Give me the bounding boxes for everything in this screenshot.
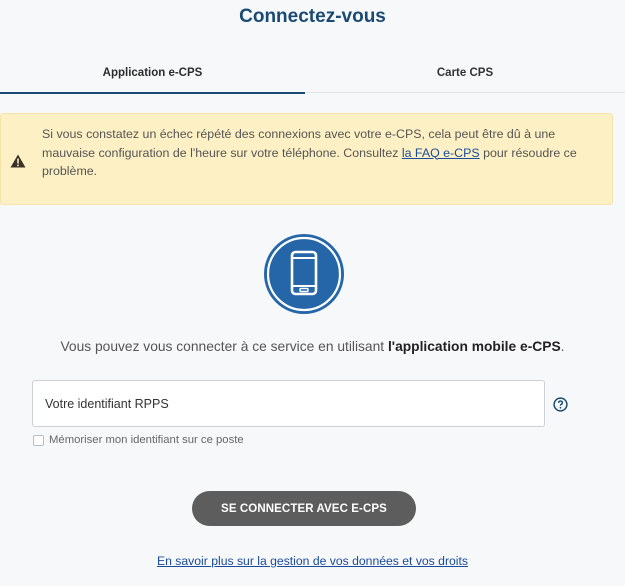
login-tabs: Application e-CPS Carte CPS <box>0 60 625 94</box>
alert-message: Si vous constatez un échec répété des co… <box>42 125 602 181</box>
footer-link-container: En savoir plus sur la gestion de vos don… <box>0 554 625 568</box>
remember-identifier[interactable]: Mémoriser mon identifiant sur ce poste <box>33 434 244 446</box>
tab-application-ecps[interactable]: Application e-CPS <box>0 60 305 94</box>
tab-carte-cps[interactable]: Carte CPS <box>305 60 625 93</box>
faq-ecps-link[interactable]: la FAQ e-CPS <box>402 146 480 160</box>
login-page: Connectez-vous Application e-CPS Carte C… <box>0 0 625 586</box>
connect-ecps-button[interactable]: SE CONNECTER AVEC E-CPS <box>192 491 416 526</box>
data-rights-link[interactable]: En savoir plus sur la gestion de vos don… <box>157 554 468 568</box>
remember-label: Mémoriser mon identifiant sur ce poste <box>49 434 244 446</box>
intro-text: Vous pouvez vous connecter à ce service … <box>0 339 625 354</box>
intro-text-end: . <box>560 339 565 354</box>
page-title: Connectez-vous <box>239 6 386 27</box>
intro-app-name: l'application mobile e-CPS <box>387 339 561 354</box>
question-circle-icon[interactable] <box>553 397 568 412</box>
mobile-phone-icon <box>264 234 344 314</box>
intro-text-start: Vous pouvez vous connecter à ce service … <box>60 339 388 354</box>
warning-triangle-icon <box>10 154 26 168</box>
remember-checkbox[interactable] <box>33 434 44 446</box>
rpps-identifier-input[interactable] <box>32 380 545 427</box>
warning-alert: Si vous constatez un échec répété des co… <box>0 113 613 205</box>
